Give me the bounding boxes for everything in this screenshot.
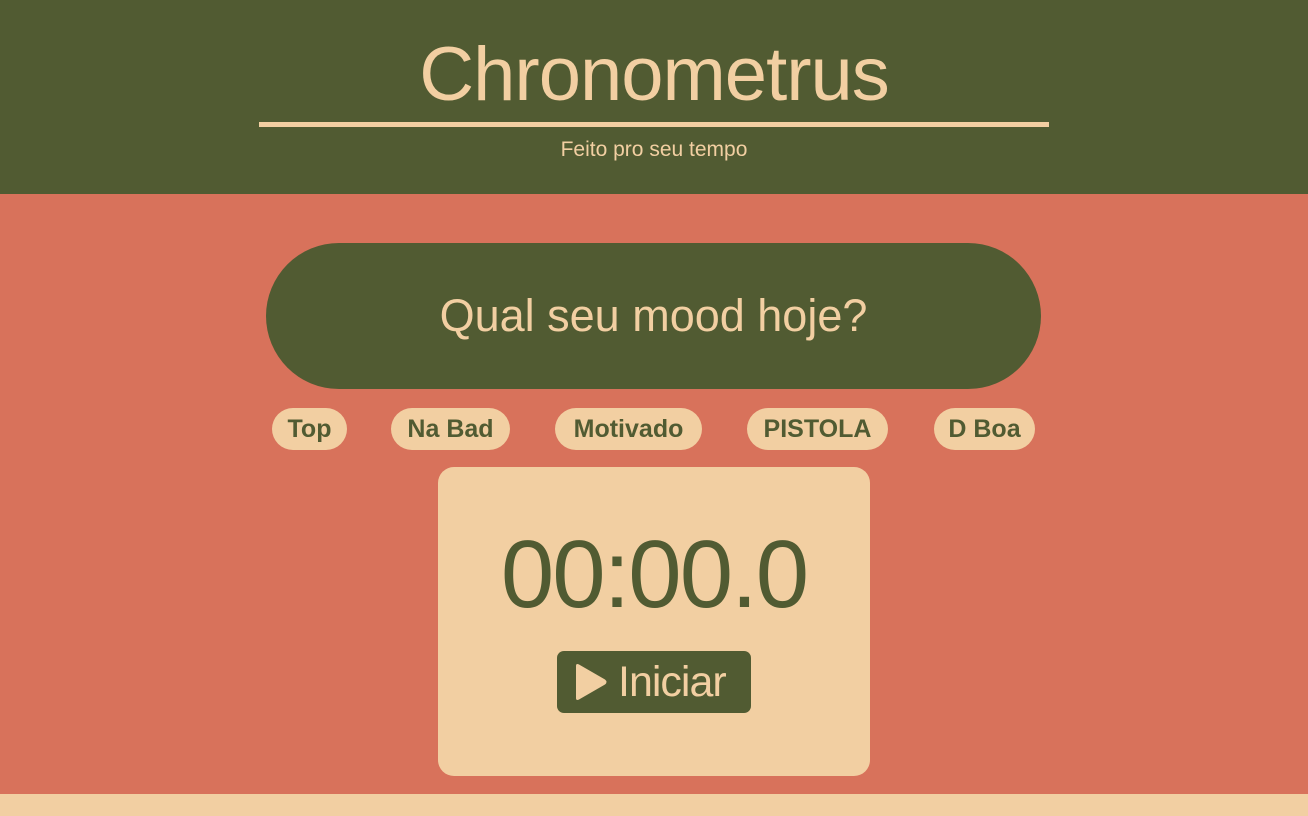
- app-title: Chronometrus: [419, 32, 890, 117]
- title-underline: [259, 122, 1049, 127]
- play-icon: [571, 663, 611, 701]
- app-subtitle: Feito pro seu tempo: [560, 138, 748, 161]
- start-button[interactable]: Iniciar: [557, 651, 751, 713]
- start-label: Iniciar: [618, 658, 727, 706]
- mood-question: Qual seu mood hoje?: [439, 290, 868, 341]
- footer-band: [0, 794, 1308, 816]
- mood-option-top[interactable]: Top: [272, 408, 347, 450]
- timer-card: 00:00.0 Iniciar: [438, 467, 870, 776]
- mood-option-d-boa[interactable]: D Boa: [934, 408, 1035, 450]
- app-header: Chronometrus Feito pro seu tempo: [0, 0, 1308, 194]
- mood-option-motivado[interactable]: Motivado: [555, 408, 702, 450]
- mood-option-pistola[interactable]: PISTOLA: [747, 408, 888, 450]
- timer-display: 00:00.0: [500, 521, 809, 628]
- mood-question-banner: Qual seu mood hoje?: [266, 243, 1041, 389]
- mood-option-na-bad[interactable]: Na Bad: [391, 408, 510, 450]
